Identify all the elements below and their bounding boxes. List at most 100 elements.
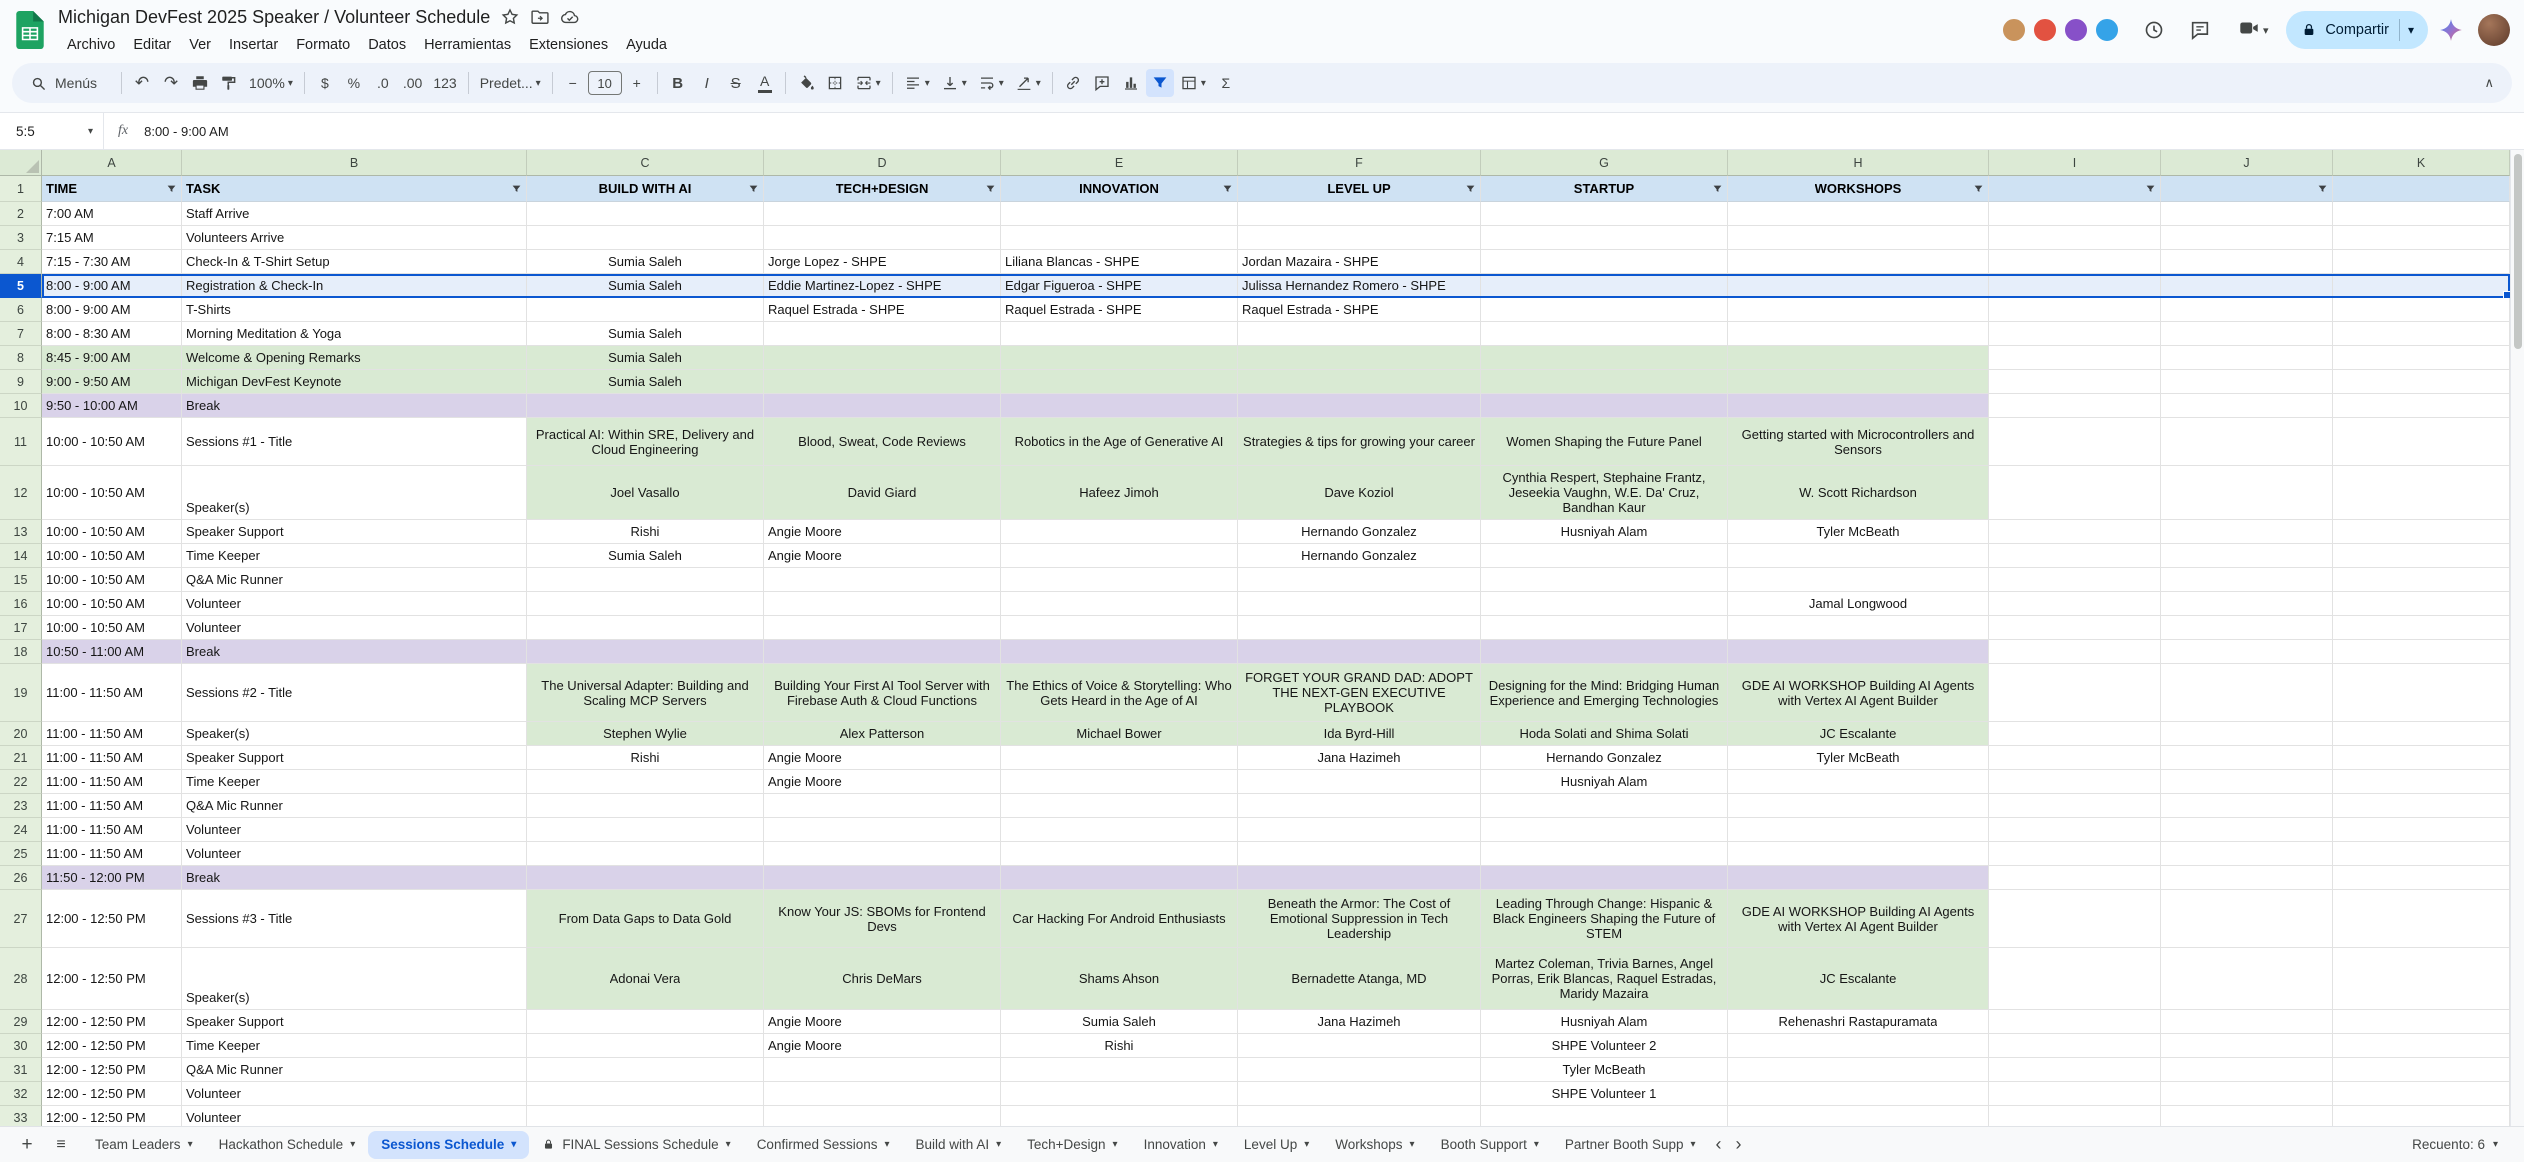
sheet-tab[interactable]: Confirmed Sessions▾ — [744, 1131, 903, 1159]
format-percent-icon[interactable]: % — [340, 69, 368, 97]
cell[interactable] — [1238, 1034, 1481, 1058]
cell[interactable]: Adonai Vera — [527, 948, 764, 1010]
cell[interactable]: Volunteer — [182, 818, 527, 842]
cell[interactable]: Husniyah Alam — [1481, 520, 1728, 544]
cell[interactable]: Angie Moore — [764, 544, 1001, 568]
cell[interactable] — [1728, 544, 1989, 568]
row-number[interactable]: 30 — [0, 1034, 42, 1058]
formula-input[interactable]: 8:00 - 9:00 AM — [144, 124, 229, 139]
cell[interactable]: Jana Hazimeh — [1238, 1010, 1481, 1034]
cell[interactable] — [1728, 866, 1989, 890]
cell[interactable]: Jamal Longwood — [1728, 592, 1989, 616]
cell[interactable]: Time Keeper — [182, 544, 527, 568]
cell[interactable]: 10:00 - 10:50 AM — [42, 544, 182, 568]
cell[interactable] — [1728, 1106, 1989, 1126]
cell[interactable]: Speaker(s) — [182, 466, 527, 520]
filter-button[interactable] — [985, 183, 996, 194]
cell[interactable] — [2161, 568, 2333, 592]
cell[interactable]: Practical AI: Within SRE, Delivery and C… — [527, 418, 764, 466]
cell[interactable] — [1001, 818, 1238, 842]
cell[interactable] — [1481, 1106, 1728, 1126]
cell[interactable]: Know Your JS: SBOMs for Frontend Devs — [764, 890, 1001, 948]
cell[interactable]: Volunteers Arrive — [182, 226, 527, 250]
cell[interactable]: INNOVATION — [1001, 176, 1238, 202]
cell[interactable] — [1728, 274, 1989, 298]
cell[interactable] — [1728, 394, 1989, 418]
cell[interactable]: 7:15 AM — [42, 226, 182, 250]
sheet-tab[interactable]: Level Up▾ — [1231, 1131, 1322, 1159]
row-number[interactable]: 28 — [0, 948, 42, 1010]
cell[interactable]: 10:00 - 10:50 AM — [42, 520, 182, 544]
cell[interactable] — [2333, 394, 2510, 418]
add-sheet-button[interactable]: + — [10, 1128, 44, 1162]
cell[interactable] — [764, 794, 1001, 818]
filter-button[interactable] — [748, 183, 759, 194]
cell[interactable] — [1001, 866, 1238, 890]
row-number[interactable]: 12 — [0, 466, 42, 520]
cell[interactable] — [2333, 298, 2510, 322]
cell[interactable] — [2161, 370, 2333, 394]
row-number[interactable]: 32 — [0, 1082, 42, 1106]
cell[interactable] — [1481, 640, 1728, 664]
sheet-tab[interactable]: Booth Support▾ — [1428, 1131, 1552, 1159]
cell[interactable]: Speaker Support — [182, 520, 527, 544]
cell[interactable] — [1238, 394, 1481, 418]
paint-format-icon[interactable] — [215, 69, 243, 97]
row-number[interactable]: 20 — [0, 722, 42, 746]
sheet-tab[interactable]: Team Leaders▾ — [82, 1131, 206, 1159]
cell[interactable] — [1001, 226, 1238, 250]
cell[interactable] — [2161, 176, 2333, 202]
cell[interactable] — [1728, 202, 1989, 226]
cell[interactable] — [1728, 818, 1989, 842]
cell[interactable]: Sumia Saleh — [527, 274, 764, 298]
cell[interactable] — [1481, 568, 1728, 592]
row-number[interactable]: 23 — [0, 794, 42, 818]
cell[interactable]: Liliana Blancas - SHPE — [1001, 250, 1238, 274]
cell[interactable]: 8:45 - 9:00 AM — [42, 346, 182, 370]
cell[interactable] — [2333, 202, 2510, 226]
cell[interactable]: Eddie Martinez-Lopez - SHPE — [764, 274, 1001, 298]
row-number[interactable]: 22 — [0, 770, 42, 794]
cell[interactable] — [764, 1058, 1001, 1082]
cell[interactable] — [2161, 592, 2333, 616]
sheet-tab[interactable]: Innovation▾ — [1131, 1131, 1231, 1159]
cell[interactable] — [764, 1082, 1001, 1106]
cell[interactable]: Rehenashri Rastapuramata — [1728, 1010, 1989, 1034]
cell[interactable]: Angie Moore — [764, 1010, 1001, 1034]
cell[interactable]: SHPE Volunteer 2 — [1481, 1034, 1728, 1058]
cell[interactable] — [2333, 568, 2510, 592]
cell[interactable] — [2161, 418, 2333, 466]
gemini-icon[interactable] — [2434, 17, 2468, 43]
all-sheets-button[interactable]: ≡ — [44, 1128, 78, 1162]
menu-ayuda[interactable]: Ayuda — [617, 35, 676, 55]
cell[interactable]: 12:00 - 12:50 PM — [42, 890, 182, 948]
cell[interactable]: Jordan Mazaira - SHPE — [1238, 250, 1481, 274]
cell[interactable] — [1001, 346, 1238, 370]
row-number[interactable]: 18 — [0, 640, 42, 664]
horizontal-align-icon[interactable]: ▾ — [899, 69, 935, 97]
cell[interactable] — [1238, 370, 1481, 394]
cell[interactable] — [2161, 746, 2333, 770]
cell[interactable] — [1989, 640, 2161, 664]
cell[interactable]: 11:00 - 11:50 AM — [42, 664, 182, 722]
menu-ver[interactable]: Ver — [180, 35, 220, 55]
cell[interactable]: Volunteer — [182, 842, 527, 866]
cell[interactable]: Joel Vasallo — [527, 466, 764, 520]
cell[interactable] — [1989, 370, 2161, 394]
sheets-logo-icon[interactable] — [16, 10, 46, 50]
cell[interactable]: 9:50 - 10:00 AM — [42, 394, 182, 418]
cell[interactable]: Angie Moore — [764, 770, 1001, 794]
cell[interactable]: Bernadette Atanga, MD — [1238, 948, 1481, 1010]
cell[interactable] — [1481, 394, 1728, 418]
cell[interactable] — [527, 1010, 764, 1034]
font-size-increase-icon[interactable]: + — [623, 69, 651, 97]
increase-decimals-icon[interactable]: .00 — [398, 69, 427, 97]
row-number[interactable]: 25 — [0, 842, 42, 866]
font-size-input[interactable]: 10 — [588, 71, 622, 95]
cell[interactable] — [1728, 226, 1989, 250]
cell[interactable] — [2333, 1058, 2510, 1082]
sheet-tab[interactable]: Tech+Design▾ — [1014, 1131, 1130, 1159]
cell[interactable]: T-Shirts — [182, 298, 527, 322]
cell[interactable]: Hernando Gonzalez — [1238, 520, 1481, 544]
borders-icon[interactable] — [821, 69, 849, 97]
